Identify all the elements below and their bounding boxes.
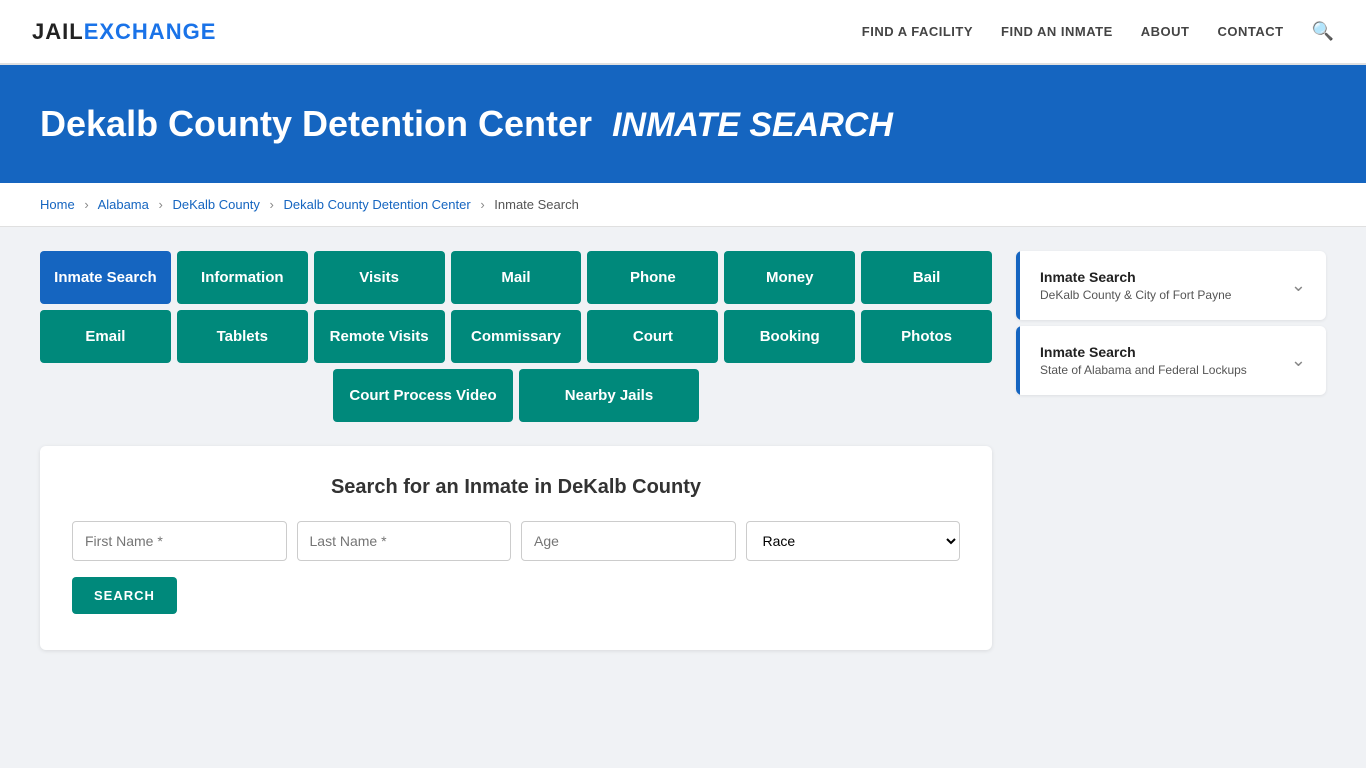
sidebar-item-dekalb[interactable]: Inmate Search DeKalb County & City of Fo… xyxy=(1016,251,1326,320)
breadcrumb-sep-2: › xyxy=(159,197,163,212)
race-select[interactable]: Race White Black Hispanic Asian Other xyxy=(746,521,961,561)
nav-contact[interactable]: CONTACT xyxy=(1217,24,1283,39)
tab-nearby-jails[interactable]: Nearby Jails xyxy=(519,369,699,422)
tab-photos[interactable]: Photos xyxy=(861,310,992,363)
sidebar: Inmate Search DeKalb County & City of Fo… xyxy=(1016,251,1326,650)
navbar: JAILEXCHANGE FIND A FACILITY FIND AN INM… xyxy=(0,0,1366,65)
page-title: Dekalb County Detention Center INMATE SE… xyxy=(40,103,1326,145)
nav-links: FIND A FACILITY FIND AN INMATE ABOUT CON… xyxy=(862,21,1334,42)
tab-phone[interactable]: Phone xyxy=(587,251,718,304)
last-name-input[interactable] xyxy=(297,521,512,561)
search-card: Search for an Inmate in DeKalb County Ra… xyxy=(40,446,992,650)
sidebar-item-alabama[interactable]: Inmate Search State of Alabama and Feder… xyxy=(1016,326,1326,395)
tab-visits[interactable]: Visits xyxy=(314,251,445,304)
tab-commissary[interactable]: Commissary xyxy=(451,310,582,363)
breadcrumb-alabama[interactable]: Alabama xyxy=(98,197,149,212)
tabs-row-2: Email Tablets Remote Visits Commissary C… xyxy=(40,310,992,363)
tab-remote-visits[interactable]: Remote Visits xyxy=(314,310,445,363)
breadcrumb-sep-3: › xyxy=(270,197,274,212)
logo-jail: JAIL xyxy=(32,19,84,44)
tab-booking[interactable]: Booking xyxy=(724,310,855,363)
breadcrumb-current: Inmate Search xyxy=(494,197,579,212)
chevron-down-icon-2: ⌄ xyxy=(1291,350,1306,371)
breadcrumb-dekalb-county[interactable]: DeKalb County xyxy=(172,197,259,212)
tab-bail[interactable]: Bail xyxy=(861,251,992,304)
breadcrumb: Home › Alabama › DeKalb County › Dekalb … xyxy=(0,183,1366,227)
tab-inmate-search[interactable]: Inmate Search xyxy=(40,251,171,304)
sidebar-item-alabama-title: Inmate Search xyxy=(1040,344,1247,360)
search-heading: Search for an Inmate in DeKalb County xyxy=(72,476,960,499)
tab-tablets[interactable]: Tablets xyxy=(177,310,308,363)
chevron-down-icon: ⌄ xyxy=(1291,275,1306,296)
age-input[interactable] xyxy=(521,521,736,561)
breadcrumb-detention-center[interactable]: Dekalb County Detention Center xyxy=(284,197,471,212)
tab-court-process-video[interactable]: Court Process Video xyxy=(333,369,513,422)
tabs-grid: Inmate Search Information Visits Mail Ph… xyxy=(40,251,992,422)
tab-mail[interactable]: Mail xyxy=(451,251,582,304)
search-button[interactable]: SEARCH xyxy=(72,577,177,614)
nav-find-facility[interactable]: FIND A FACILITY xyxy=(862,24,973,39)
sidebar-card-alabama: Inmate Search State of Alabama and Feder… xyxy=(1016,326,1326,395)
breadcrumb-home[interactable]: Home xyxy=(40,197,75,212)
sidebar-item-dekalb-sub: DeKalb County & City of Fort Payne xyxy=(1040,288,1231,302)
sidebar-item-alabama-sub: State of Alabama and Federal Lockups xyxy=(1040,363,1247,377)
first-name-input[interactable] xyxy=(72,521,287,561)
tab-information[interactable]: Information xyxy=(177,251,308,304)
breadcrumb-sep-4: › xyxy=(480,197,484,212)
search-fields: Race White Black Hispanic Asian Other xyxy=(72,521,960,561)
logo[interactable]: JAILEXCHANGE xyxy=(32,19,216,45)
tab-email[interactable]: Email xyxy=(40,310,171,363)
tab-money[interactable]: Money xyxy=(724,251,855,304)
tab-court[interactable]: Court xyxy=(587,310,718,363)
search-icon[interactable]: 🔍 xyxy=(1312,21,1334,42)
breadcrumb-sep-1: › xyxy=(84,197,88,212)
tabs-row-1: Inmate Search Information Visits Mail Ph… xyxy=(40,251,992,304)
nav-about[interactable]: ABOUT xyxy=(1141,24,1190,39)
logo-exchange: EXCHANGE xyxy=(84,19,217,44)
nav-find-inmate[interactable]: FIND AN INMATE xyxy=(1001,24,1113,39)
sidebar-card-dekalb: Inmate Search DeKalb County & City of Fo… xyxy=(1016,251,1326,320)
tabs-row-3: Court Process Video Nearby Jails xyxy=(40,369,992,422)
sidebar-item-dekalb-title: Inmate Search xyxy=(1040,269,1231,285)
main-column: Inmate Search Information Visits Mail Ph… xyxy=(40,251,992,650)
hero-banner: Dekalb County Detention Center INMATE SE… xyxy=(0,65,1366,183)
content-area: Inmate Search Information Visits Mail Ph… xyxy=(0,227,1366,674)
